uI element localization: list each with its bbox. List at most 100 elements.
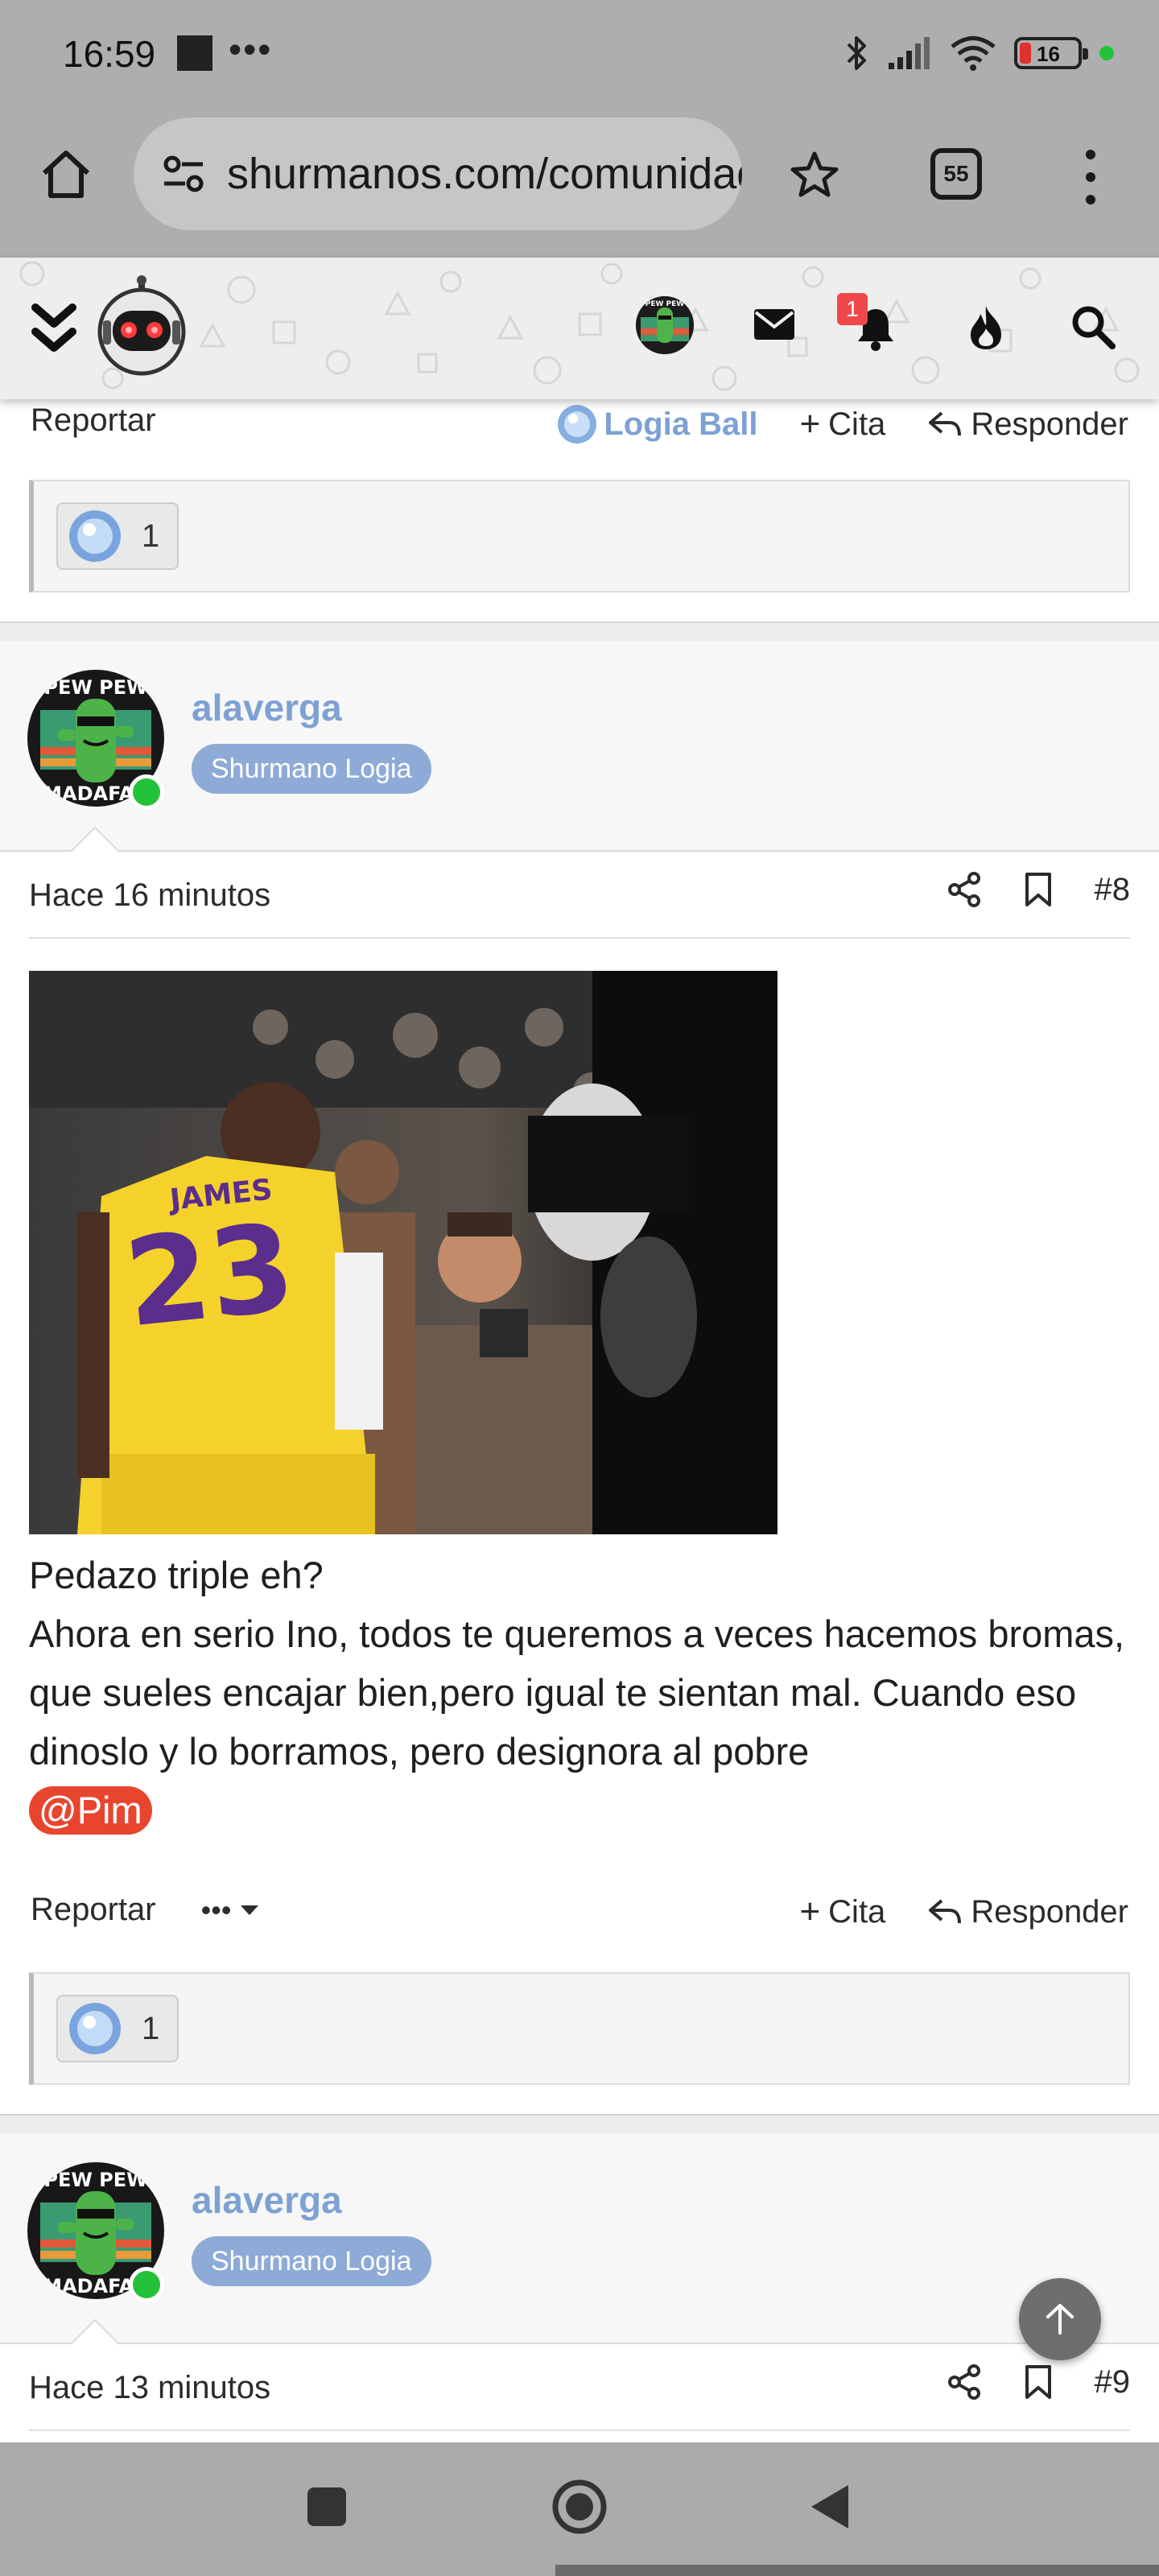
tabs-button[interactable]: 55 bbox=[930, 148, 982, 200]
signal-icon bbox=[889, 37, 930, 69]
post-header: PEW PEW MADAFAK alaverga Shurmano Logia bbox=[0, 641, 1159, 852]
caret-down-icon bbox=[241, 1905, 259, 1915]
online-indicator bbox=[129, 2267, 164, 2302]
logia-ball-label: Logia Ball bbox=[604, 406, 758, 442]
post-time[interactable]: Hace 16 minutos bbox=[29, 877, 270, 914]
reaction-count: 1 bbox=[142, 2010, 160, 2046]
post-gif-image[interactable]: JAMES 23 bbox=[29, 971, 777, 1534]
quote-button[interactable]: + Cita bbox=[799, 404, 885, 444]
post-header-pointer bbox=[71, 826, 119, 852]
more-notifications-icon: ••• bbox=[229, 28, 273, 70]
status-time: 16:59 bbox=[63, 33, 156, 75]
reaction-chip[interactable]: 1 bbox=[56, 1995, 179, 2062]
post-username[interactable]: alaverga bbox=[192, 2178, 342, 2222]
reply-button[interactable]: Responder bbox=[927, 1894, 1128, 1930]
quote-label: Cita bbox=[828, 406, 886, 442]
post-username[interactable]: alaverga bbox=[192, 686, 342, 729]
post-header: PEW PEW MADAFAK alaverga Shurmano Logia bbox=[0, 2133, 1159, 2344]
post-text-line: Pedazo triple eh? bbox=[29, 1554, 324, 1596]
post-meta: Hace 16 minutos #8 bbox=[29, 853, 1130, 939]
user-avatar[interactable]: PEW PEW MADAFAK bbox=[27, 670, 164, 810]
reply-label: Responder bbox=[971, 406, 1128, 442]
home-circle-icon bbox=[552, 2479, 607, 2534]
site-header: PEW PEW 1 bbox=[0, 258, 1159, 399]
user-avatar[interactable]: PEW PEW MADAFAK bbox=[27, 2162, 164, 2302]
jersey-number: 23 bbox=[119, 1198, 301, 1355]
reply-arrow-icon bbox=[929, 1899, 962, 1924]
robot-logo[interactable] bbox=[95, 275, 188, 380]
back-button[interactable] bbox=[797, 2475, 861, 2539]
site-settings-icon[interactable] bbox=[158, 148, 209, 200]
post-reactions: 1 bbox=[29, 1972, 1130, 2085]
online-indicator bbox=[129, 774, 164, 810]
bookmark-star-icon bbox=[790, 151, 839, 197]
post-time[interactable]: Hace 13 minutos bbox=[29, 2370, 270, 2406]
logia-ball-icon bbox=[69, 2003, 121, 2054]
browser-menu-button[interactable] bbox=[1070, 147, 1111, 208]
fire-icon[interactable] bbox=[966, 304, 1006, 351]
reaction-logia-ball[interactable]: Logia Ball bbox=[555, 402, 757, 446]
back-triangle-icon bbox=[811, 2485, 848, 2529]
post-actions: Reportar ••• + Cita Responder bbox=[0, 1882, 1159, 1938]
screen-record-icon bbox=[177, 35, 212, 71]
status-icons: 16 bbox=[845, 31, 1114, 76]
logia-ball-icon bbox=[558, 405, 597, 444]
search-icon[interactable] bbox=[1070, 304, 1116, 349]
address-bar[interactable]: shurmanos.com/comunidad bbox=[134, 118, 742, 230]
post-separator bbox=[0, 2114, 1159, 2135]
gesture-handle bbox=[555, 2565, 1159, 2576]
quote-label: Cita bbox=[828, 1893, 886, 1930]
recents-button[interactable] bbox=[295, 2475, 359, 2539]
plus-icon: + bbox=[799, 1892, 821, 1931]
battery-icon: 16 bbox=[1014, 37, 1088, 69]
user-role-badge: Shurmano Logia bbox=[192, 744, 431, 794]
post-separator bbox=[0, 621, 1159, 642]
home-nav-button[interactable] bbox=[547, 2475, 612, 2539]
mail-icon[interactable] bbox=[753, 308, 796, 341]
share-icon[interactable] bbox=[947, 872, 982, 907]
plus-icon: + bbox=[799, 404, 821, 444]
avatar-text-top: PEW PEW bbox=[43, 676, 147, 699]
post-body: Pedazo triple eh? Ahora en serio Ino, to… bbox=[29, 1546, 1140, 1839]
reply-label: Responder bbox=[971, 1893, 1128, 1930]
home-icon bbox=[42, 151, 90, 198]
share-icon[interactable] bbox=[947, 2364, 982, 2400]
bookmark-button[interactable] bbox=[782, 143, 847, 208]
system-nav-bar bbox=[0, 2442, 1159, 2576]
bluetooth-icon bbox=[847, 36, 866, 70]
bookmark-icon[interactable] bbox=[1024, 2363, 1053, 2401]
report-link[interactable]: Reportar bbox=[31, 402, 156, 439]
reply-button[interactable]: Responder bbox=[927, 407, 1128, 443]
privacy-indicator-dot bbox=[1099, 46, 1114, 60]
bookmark-icon[interactable] bbox=[1024, 871, 1053, 908]
quote-button[interactable]: + Cita bbox=[799, 1892, 885, 1932]
post-number[interactable]: #9 bbox=[1095, 2364, 1131, 2401]
wifi-icon bbox=[951, 36, 996, 71]
basketball-gif-frame: JAMES 23 bbox=[29, 971, 777, 1534]
post-number[interactable]: #8 bbox=[1095, 872, 1131, 908]
prev-post-reactions: 1 bbox=[29, 480, 1130, 592]
notification-badge: 1 bbox=[837, 293, 868, 325]
avatar-text-top: PEW PEW bbox=[43, 2169, 147, 2191]
report-link[interactable]: Reportar bbox=[31, 1892, 156, 1928]
more-options-button[interactable]: ••• bbox=[201, 1893, 261, 1927]
scroll-to-top-button[interactable] bbox=[1019, 2278, 1101, 2360]
more-dots: ••• bbox=[200, 1893, 232, 1926]
post-text-paragraph: Ahora en serio Ino, todos te queremos a … bbox=[29, 1612, 1125, 1773]
notifications-button[interactable]: 1 bbox=[837, 293, 893, 357]
menu-dot bbox=[1086, 195, 1095, 204]
reply-arrow-icon bbox=[929, 411, 962, 436]
home-button[interactable] bbox=[35, 143, 97, 204]
user-mention[interactable]: @Pim bbox=[29, 1786, 152, 1835]
logia-ball-icon bbox=[69, 510, 121, 562]
double-chevron-icon[interactable] bbox=[29, 299, 79, 361]
post-header-pointer bbox=[71, 2318, 119, 2344]
status-bar: 16:59 ••• 16 bbox=[0, 0, 1159, 106]
svg-text:PEW PEW: PEW PEW bbox=[645, 300, 685, 308]
post-meta: Hace 13 minutos #9 bbox=[29, 2346, 1130, 2431]
tab-count: 55 bbox=[943, 161, 969, 186]
reaction-count: 1 bbox=[142, 518, 160, 554]
user-avatar[interactable]: PEW PEW bbox=[636, 296, 694, 354]
user-role-badge: Shurmano Logia bbox=[192, 2236, 431, 2286]
reaction-chip[interactable]: 1 bbox=[56, 502, 179, 570]
